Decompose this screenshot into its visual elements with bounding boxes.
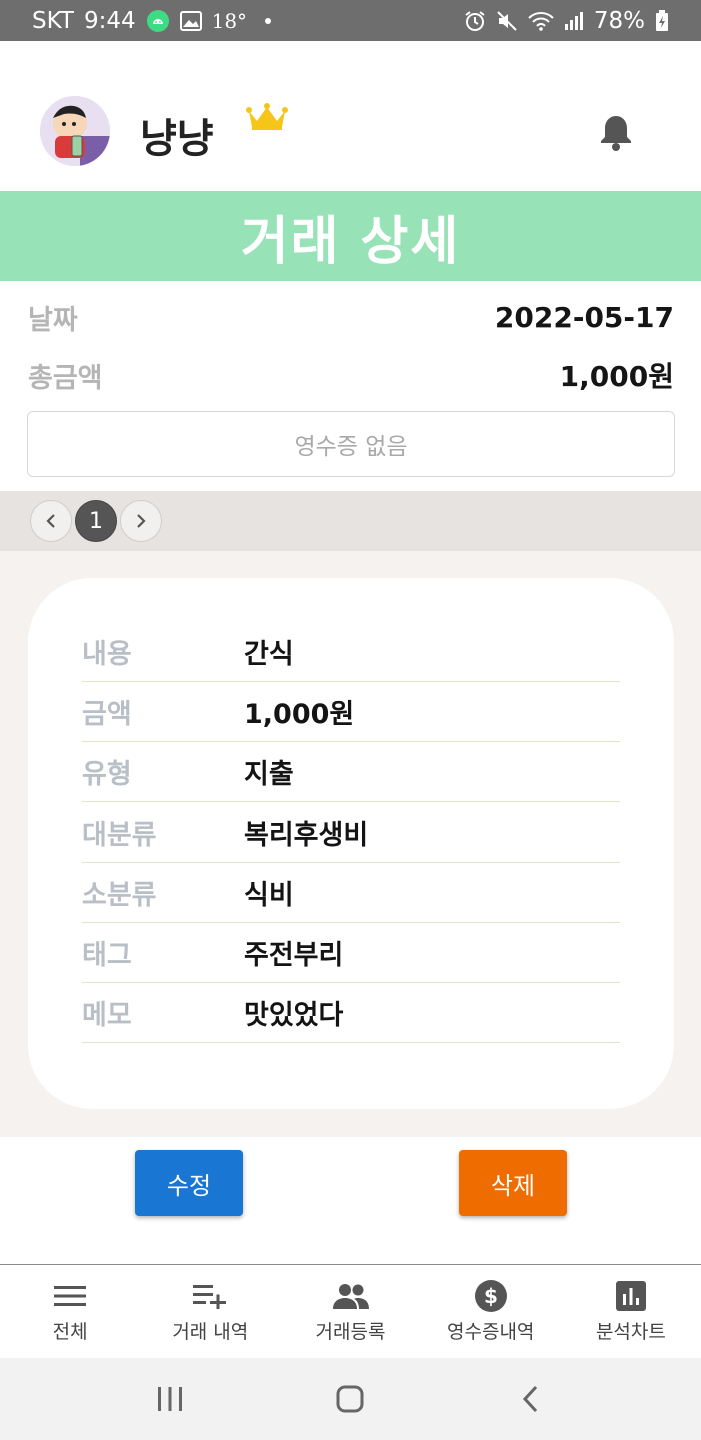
detail-row-content: 내용 간식 xyxy=(82,622,620,682)
title-banner: 거래 상세 xyxy=(0,191,701,281)
chevron-right-icon xyxy=(137,514,146,528)
bar-chart-icon xyxy=(615,1279,647,1313)
nav-item-all[interactable]: 전체 xyxy=(0,1265,140,1358)
detail-row-major-category: 대분류 복리후생비 xyxy=(82,803,620,863)
status-right: 78% xyxy=(464,8,669,34)
date-value: 2022-05-17 xyxy=(494,300,674,334)
back-button[interactable] xyxy=(501,1369,561,1429)
detail-label: 메모 xyxy=(82,1000,132,1031)
mute-icon xyxy=(496,10,518,32)
detail-row-amount: 금액 1,000원 xyxy=(82,682,620,742)
chevron-left-icon xyxy=(46,514,55,528)
receipt-text: 영수증 없음 xyxy=(294,434,408,460)
detail-area: 내용 간식 금액 1,000원 유형 지출 대분류 복리후생비 소분류 식비 태… xyxy=(0,551,701,1137)
status-bar: SKT 9:44 18° 78% xyxy=(0,0,701,41)
bell-icon[interactable] xyxy=(598,113,634,155)
detail-value: 지출 xyxy=(244,759,294,790)
home-button[interactable] xyxy=(320,1369,380,1429)
edit-button[interactable]: 수정 xyxy=(135,1150,243,1216)
page-title: 거래 상세 xyxy=(240,211,461,272)
nav-label: 전체 xyxy=(52,1321,88,1343)
nav-label: 분석차트 xyxy=(595,1321,666,1343)
total-label: 총금액 xyxy=(28,362,103,394)
temperature-text: 18° xyxy=(211,8,248,33)
battery-icon xyxy=(655,9,669,32)
detail-card: 내용 간식 금액 1,000원 유형 지출 대분류 복리후생비 소분류 식비 태… xyxy=(28,578,674,1109)
people-icon xyxy=(331,1279,371,1313)
home-icon xyxy=(336,1385,364,1413)
app-header: 냥냥 xyxy=(0,41,701,191)
playlist-add-icon xyxy=(192,1279,228,1313)
nav-label: 거래 내역 xyxy=(172,1321,249,1343)
detail-value: 식비 xyxy=(244,880,294,911)
username: 냥냥 xyxy=(140,116,214,162)
next-page-button[interactable] xyxy=(120,500,162,542)
detail-label: 내용 xyxy=(82,639,132,670)
delete-button[interactable]: 삭제 xyxy=(459,1150,567,1216)
notification-dot-icon xyxy=(265,17,272,24)
crown-icon xyxy=(246,103,288,135)
nav-item-history[interactable]: 거래 내역 xyxy=(140,1265,280,1358)
carrier-text: SKT xyxy=(32,7,74,34)
svg-text:$: $ xyxy=(484,1284,498,1308)
detail-value: 맛있었다 xyxy=(244,1000,344,1031)
detail-row-type: 유형 지출 xyxy=(82,742,620,802)
recent-apps-icon xyxy=(158,1387,183,1411)
pager-bar: 1 xyxy=(0,491,701,551)
system-nav xyxy=(0,1358,701,1440)
signal-icon xyxy=(564,11,584,31)
menu-icon xyxy=(53,1279,87,1313)
bottom-nav: 전체 거래 내역 거래등록 $ 영수증내역 분석차트 xyxy=(0,1264,701,1358)
alarm-icon xyxy=(464,10,486,32)
detail-value: 간식 xyxy=(244,639,294,670)
date-label: 날짜 xyxy=(28,304,78,336)
detail-value: 1,000원 xyxy=(244,699,355,730)
nav-item-analysis[interactable]: 분석차트 xyxy=(561,1265,701,1358)
detail-label: 대분류 xyxy=(82,820,157,851)
nav-item-register[interactable]: 거래등록 xyxy=(280,1265,420,1358)
nav-item-receipts[interactable]: $ 영수증내역 xyxy=(421,1265,561,1358)
detail-label: 소분류 xyxy=(82,880,157,911)
total-row: 총금액 1,000원 xyxy=(28,354,674,396)
dollar-circle-icon: $ xyxy=(474,1279,508,1313)
prev-page-button[interactable] xyxy=(30,500,72,542)
wifi-icon xyxy=(528,11,554,31)
detail-row-minor-category: 소분류 식비 xyxy=(82,863,620,923)
total-value: 1,000원 xyxy=(559,360,674,393)
detail-label: 금액 xyxy=(82,699,132,730)
detail-label: 유형 xyxy=(82,759,132,790)
battery-text: 78% xyxy=(593,7,645,34)
avatar[interactable] xyxy=(40,96,110,166)
back-icon xyxy=(522,1385,537,1413)
detail-row-tag: 태그 주전부리 xyxy=(82,923,620,983)
detail-value: 주전부리 xyxy=(244,940,344,971)
nav-label: 거래등록 xyxy=(315,1321,386,1343)
clock-text: 9:44 xyxy=(83,7,136,34)
receipt-box[interactable]: 영수증 없음 xyxy=(27,411,675,477)
recent-apps-button[interactable] xyxy=(140,1369,200,1429)
nav-label: 영수증내역 xyxy=(447,1321,535,1343)
status-left: SKT 9:44 18° xyxy=(32,7,272,34)
android-icon xyxy=(146,9,170,33)
page-number-button[interactable]: 1 xyxy=(75,500,117,542)
detail-row-memo: 메모 맛있었다 xyxy=(82,983,620,1043)
date-row: 날짜 2022-05-17 xyxy=(28,296,674,338)
detail-label: 태그 xyxy=(82,940,132,971)
detail-value: 복리후생비 xyxy=(244,820,369,851)
gallery-icon xyxy=(179,10,202,31)
